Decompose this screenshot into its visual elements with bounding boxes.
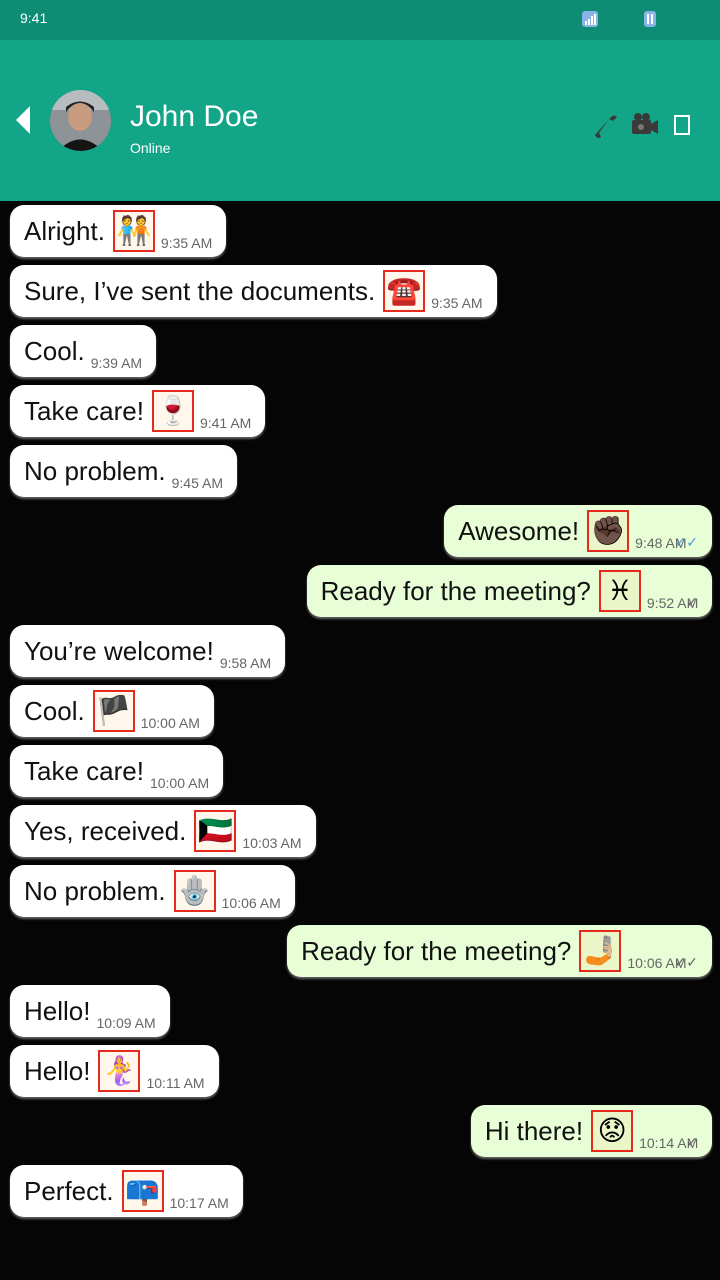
message-text: Alright. (24, 215, 105, 246)
message-row: Take care! 🍷 9:41 AM (0, 381, 720, 437)
battery-icon (641, 10, 659, 28)
message-text: No problem. (24, 875, 166, 906)
back-arrow-icon[interactable] (14, 104, 32, 136)
signal-icon (581, 10, 599, 28)
incoming-message-bubble[interactable]: Alright. 🧑‍🤝‍🧑 9:35 AM (10, 205, 227, 257)
hamsa-emoji: 🪬 (173, 870, 216, 912)
menu-icon[interactable] (667, 110, 697, 140)
message-row: No problem. 9:45 AM (0, 441, 720, 497)
incoming-message-bubble[interactable]: No problem. 🪬 10:06 AM (10, 865, 295, 917)
message-text: Perfect. (24, 1175, 114, 1206)
flag-emoji: 🏴 (92, 690, 135, 732)
message-text: You’re welcome! (24, 635, 214, 666)
message-row: You’re welcome! 9:58 AM (0, 621, 720, 677)
message-time: 10:17 AM (169, 1195, 229, 1211)
sent-check-icon: ✓ (686, 1134, 698, 1150)
incoming-message-bubble[interactable]: You’re welcome! 9:58 AM (10, 625, 286, 677)
incoming-message-bubble[interactable]: Take care! 🍷 9:41 AM (10, 385, 266, 437)
message-row: Sure, I’ve sent the documents. ☎️ 9:35 AM (0, 261, 720, 317)
message-row: Awesome! ✊🏿 9:48 AM ✓✓ (0, 501, 720, 557)
message-time: 9:41 AM (199, 415, 252, 431)
avatar[interactable] (50, 90, 111, 151)
contact-name: John Doe (130, 100, 259, 133)
message-text: Take care! (24, 395, 144, 426)
double-check-icon: ✓✓ (674, 954, 698, 970)
message-time: 10:03 AM (242, 835, 302, 851)
outgoing-message-bubble[interactable]: Ready for the meeting? 🤳🏼 10:06 AM ✓✓ (287, 925, 712, 977)
wine-glass-emoji: 🍷 (151, 390, 194, 432)
incoming-message-bubble[interactable]: No problem. 9:45 AM (10, 445, 237, 497)
chat-header: John Doe Online (0, 40, 720, 201)
raised-fist-emoji: ✊🏿 (587, 510, 630, 552)
message-row: Ready for the meeting? 🤳🏼 10:06 AM ✓✓ (0, 921, 720, 977)
sent-check-icon: ✓ (686, 594, 698, 610)
message-time: 9:58 AM (219, 655, 272, 671)
message-row: Take care! 10:00 AM (0, 741, 720, 797)
message-row: Cool. 9:39 AM (0, 321, 720, 377)
message-row: Hello! 🧜‍♀️ 10:11 AM (0, 1041, 720, 1097)
video-camera-icon[interactable] (630, 110, 660, 140)
message-time: 9:39 AM (90, 355, 143, 371)
message-time: 10:06 AM (221, 895, 281, 911)
incoming-message-bubble[interactable]: Yes, received. 🇰🇼 10:03 AM (10, 805, 316, 857)
incoming-message-bubble[interactable]: Sure, I’ve sent the documents. ☎️ 9:35 AM (10, 265, 497, 317)
pisces-emoji: ♓ (598, 570, 641, 612)
message-text: No problem. (24, 455, 166, 486)
message-text: Ready for the meeting? (320, 575, 591, 606)
message-row: Hello! 10:09 AM (0, 981, 720, 1037)
phone-icon[interactable] (590, 110, 620, 140)
outgoing-message-bubble[interactable]: Hi there! 😟 10:14 AM ✓ (470, 1105, 712, 1157)
message-row: Alright. 🧑‍🤝‍🧑 9:35 AM (0, 201, 720, 257)
incoming-message-bubble[interactable]: Hello! 🧜‍♀️ 10:11 AM (10, 1045, 219, 1097)
message-row: Perfect. 📪 10:17 AM (0, 1161, 720, 1217)
message-row: Ready for the meeting? ♓ 9:52 AM ✓ (0, 561, 720, 617)
mermaid-emoji: 🧜‍♀️ (98, 1050, 141, 1092)
incoming-message-bubble[interactable]: Take care! 10:00 AM (10, 745, 224, 797)
message-time: 10:00 AM (140, 715, 200, 731)
incoming-message-bubble[interactable]: Cool. 9:39 AM (10, 325, 157, 377)
outgoing-message-bubble[interactable]: Awesome! ✊🏿 9:48 AM ✓✓ (444, 505, 712, 557)
message-row: No problem. 🪬 10:06 AM (0, 861, 720, 917)
telephone-emoji: ☎️ (383, 270, 426, 312)
message-text: Hello! (24, 1055, 91, 1086)
outgoing-message-bubble[interactable]: Ready for the meeting? ♓ 9:52 AM ✓ (306, 565, 712, 617)
incoming-message-bubble[interactable]: Perfect. 📪 10:17 AM (10, 1165, 243, 1217)
people-holding-hands-emoji: 🧑‍🤝‍🧑 (112, 210, 155, 252)
kuwait-flag-emoji: 🇰🇼 (194, 810, 237, 852)
status-bar: 9:41 (0, 0, 720, 40)
message-text: Hello! (24, 995, 91, 1026)
worried-face-emoji: 😟 (591, 1110, 634, 1152)
message-text: Awesome! (458, 515, 580, 546)
incoming-message-bubble[interactable]: Hello! 10:09 AM (10, 985, 170, 1037)
message-time: 10:11 AM (146, 1075, 205, 1091)
message-text: Hi there! (484, 1115, 584, 1146)
contact-status: Online (130, 140, 171, 156)
message-time: 9:45 AM (171, 475, 223, 491)
message-time: 10:00 AM (149, 775, 210, 791)
selfie-emoji: 🤳🏼 (579, 930, 622, 972)
message-text: Take care! (24, 755, 144, 786)
message-text: Ready for the meeting? (301, 935, 572, 966)
message-row: Cool. 🏴 10:00 AM (0, 681, 720, 737)
message-list[interactable]: Alright. 🧑‍🤝‍🧑 9:35 AM Sure, I’ve sent the … (0, 201, 720, 1280)
message-text: Cool. (24, 695, 85, 726)
status-time: 9:41 (20, 10, 48, 26)
message-text: Cool. (24, 335, 85, 366)
incoming-message-bubble[interactable]: Cool. 🏴 10:00 AM (10, 685, 214, 737)
message-text: Sure, I’ve sent the documents. (24, 275, 376, 306)
message-time: 10:09 AM (96, 1015, 156, 1031)
mailbox-emoji: 📪 (121, 1170, 164, 1212)
message-row: Hi there! 😟 10:14 AM ✓ (0, 1101, 720, 1157)
message-time: 9:35 AM (160, 235, 213, 251)
message-text: Yes, received. (24, 815, 187, 846)
message-time: 9:35 AM (431, 295, 483, 311)
double-check-icon: ✓✓ (674, 534, 698, 550)
message-row: Yes, received. 🇰🇼 10:03 AM (0, 801, 720, 857)
